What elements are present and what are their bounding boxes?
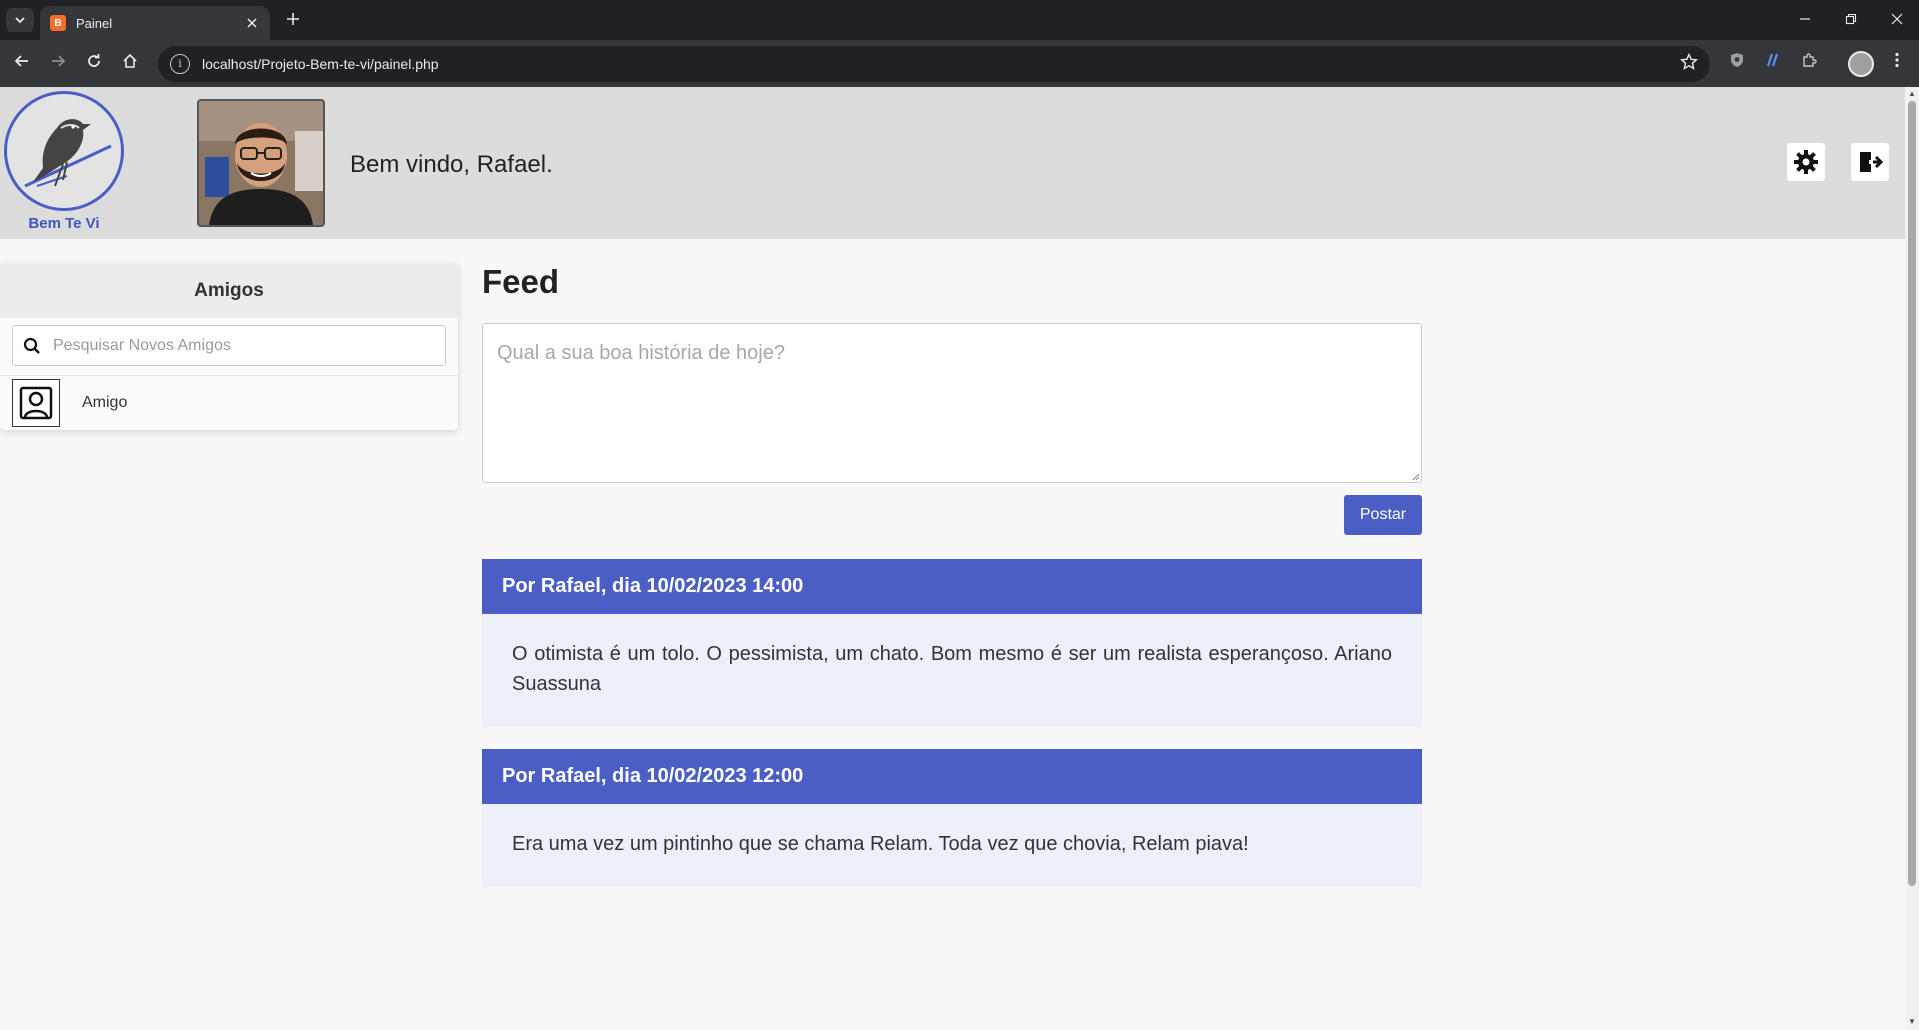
close-icon xyxy=(1891,13,1903,25)
new-tab-button[interactable] xyxy=(280,8,306,34)
bird-icon xyxy=(24,119,112,188)
resize-grip-icon[interactable] xyxy=(1410,471,1420,481)
feed-post: Por Rafael, dia 10/02/2023 12:00 Era uma… xyxy=(482,749,1422,887)
restore-icon xyxy=(1845,13,1857,25)
browser-toolbar: i localhost/Projeto-Bem-te-vi/painel.php xyxy=(0,40,1919,87)
site-header: Bem Te Vi Bem vindo, Rafael. xyxy=(0,87,1905,239)
search-icon xyxy=(23,337,40,354)
reload-button[interactable] xyxy=(80,50,108,78)
bookmark-button[interactable] xyxy=(1679,52,1699,76)
ai-extension-icon xyxy=(1766,53,1779,67)
shield-icon xyxy=(1731,53,1743,67)
tab-title: Painel xyxy=(76,15,113,31)
user-avatar[interactable] xyxy=(197,99,325,227)
scrollbar-thumb[interactable] xyxy=(1908,101,1916,886)
close-window-button[interactable] xyxy=(1882,8,1912,32)
favicon-icon: B xyxy=(50,15,66,31)
feed-title: Feed xyxy=(482,263,560,300)
reload-icon xyxy=(88,54,100,67)
browser-tab-strip: B Painel xyxy=(0,0,1919,40)
scroll-down-icon[interactable]: ▼ xyxy=(1907,1017,1917,1027)
logo-text: Bem Te Vi xyxy=(28,215,100,232)
address-bar[interactable]: i localhost/Projeto-Bem-te-vi/painel.php xyxy=(158,46,1710,82)
post-button[interactable]: Postar xyxy=(1344,495,1422,535)
logout-button[interactable] xyxy=(1851,143,1889,181)
welcome-message: Bem vindo, Rafael. xyxy=(350,151,553,178)
star-icon xyxy=(1679,52,1699,70)
arrow-left-icon xyxy=(14,55,28,67)
friend-name: Amigo xyxy=(82,394,128,411)
friends-panel: Amigos Amigo xyxy=(0,263,458,430)
home-button[interactable] xyxy=(116,50,144,78)
profile-avatar[interactable] xyxy=(1848,51,1874,77)
page-viewport: Bem Te Vi Bem vindo, Rafael. Amigos Pesq… xyxy=(0,87,1905,1030)
friend-search-input[interactable] xyxy=(53,336,433,355)
plus-icon xyxy=(287,13,299,25)
shield-extension-button[interactable] xyxy=(1724,51,1750,77)
tab-search-button[interactable] xyxy=(6,8,34,32)
post-body: Era uma vez um pintinho que se chama Rel… xyxy=(512,833,1249,855)
url-text[interactable]: localhost/Projeto-Bem-te-vi/painel.php xyxy=(202,56,1680,72)
home-icon xyxy=(123,53,137,68)
kebab-menu-icon xyxy=(1895,52,1899,68)
gear-icon xyxy=(1794,150,1818,174)
feed-post: Por Rafael, dia 10/02/2023 14:00 O otimi… xyxy=(482,559,1422,727)
logo-bird-emblem xyxy=(4,91,124,211)
site-info-icon[interactable]: i xyxy=(170,54,190,74)
minimize-icon xyxy=(1800,18,1810,20)
post-composer[interactable] xyxy=(482,323,1422,483)
friend-search-box[interactable] xyxy=(12,325,446,366)
browser-menu-button[interactable] xyxy=(1884,51,1910,77)
back-button[interactable] xyxy=(8,50,36,78)
extensions-button[interactable] xyxy=(1796,51,1822,77)
post-header: Por Rafael, dia 10/02/2023 12:00 xyxy=(482,749,1422,804)
friend-list-item[interactable]: Amigo xyxy=(0,375,458,430)
ai-extension-button[interactable] xyxy=(1760,51,1786,77)
user-portrait-icon xyxy=(12,379,60,427)
post-header: Por Rafael, dia 10/02/2023 14:00 xyxy=(482,559,1422,614)
post-body: O otimista é um tolo. O pessimista, um c… xyxy=(512,643,1392,695)
scroll-up-icon[interactable]: ▲ xyxy=(1907,89,1917,99)
site-logo[interactable]: Bem Te Vi xyxy=(4,91,124,233)
minimize-button[interactable] xyxy=(1790,8,1820,32)
logout-icon xyxy=(1860,152,1883,172)
close-icon xyxy=(247,18,257,28)
friends-panel-title: Amigos xyxy=(0,263,458,318)
settings-button[interactable] xyxy=(1787,143,1825,181)
user-photo xyxy=(199,101,323,225)
forward-button[interactable] xyxy=(44,50,72,78)
chevron-down-icon xyxy=(15,17,25,24)
restore-button[interactable] xyxy=(1836,8,1866,32)
page-scrollbar[interactable]: ▲ ▼ xyxy=(1905,87,1919,1030)
close-tab-button[interactable] xyxy=(244,15,260,31)
arrow-right-icon xyxy=(52,55,66,67)
browser-tab-active[interactable]: B Painel xyxy=(40,6,270,40)
puzzle-icon xyxy=(1803,53,1817,67)
